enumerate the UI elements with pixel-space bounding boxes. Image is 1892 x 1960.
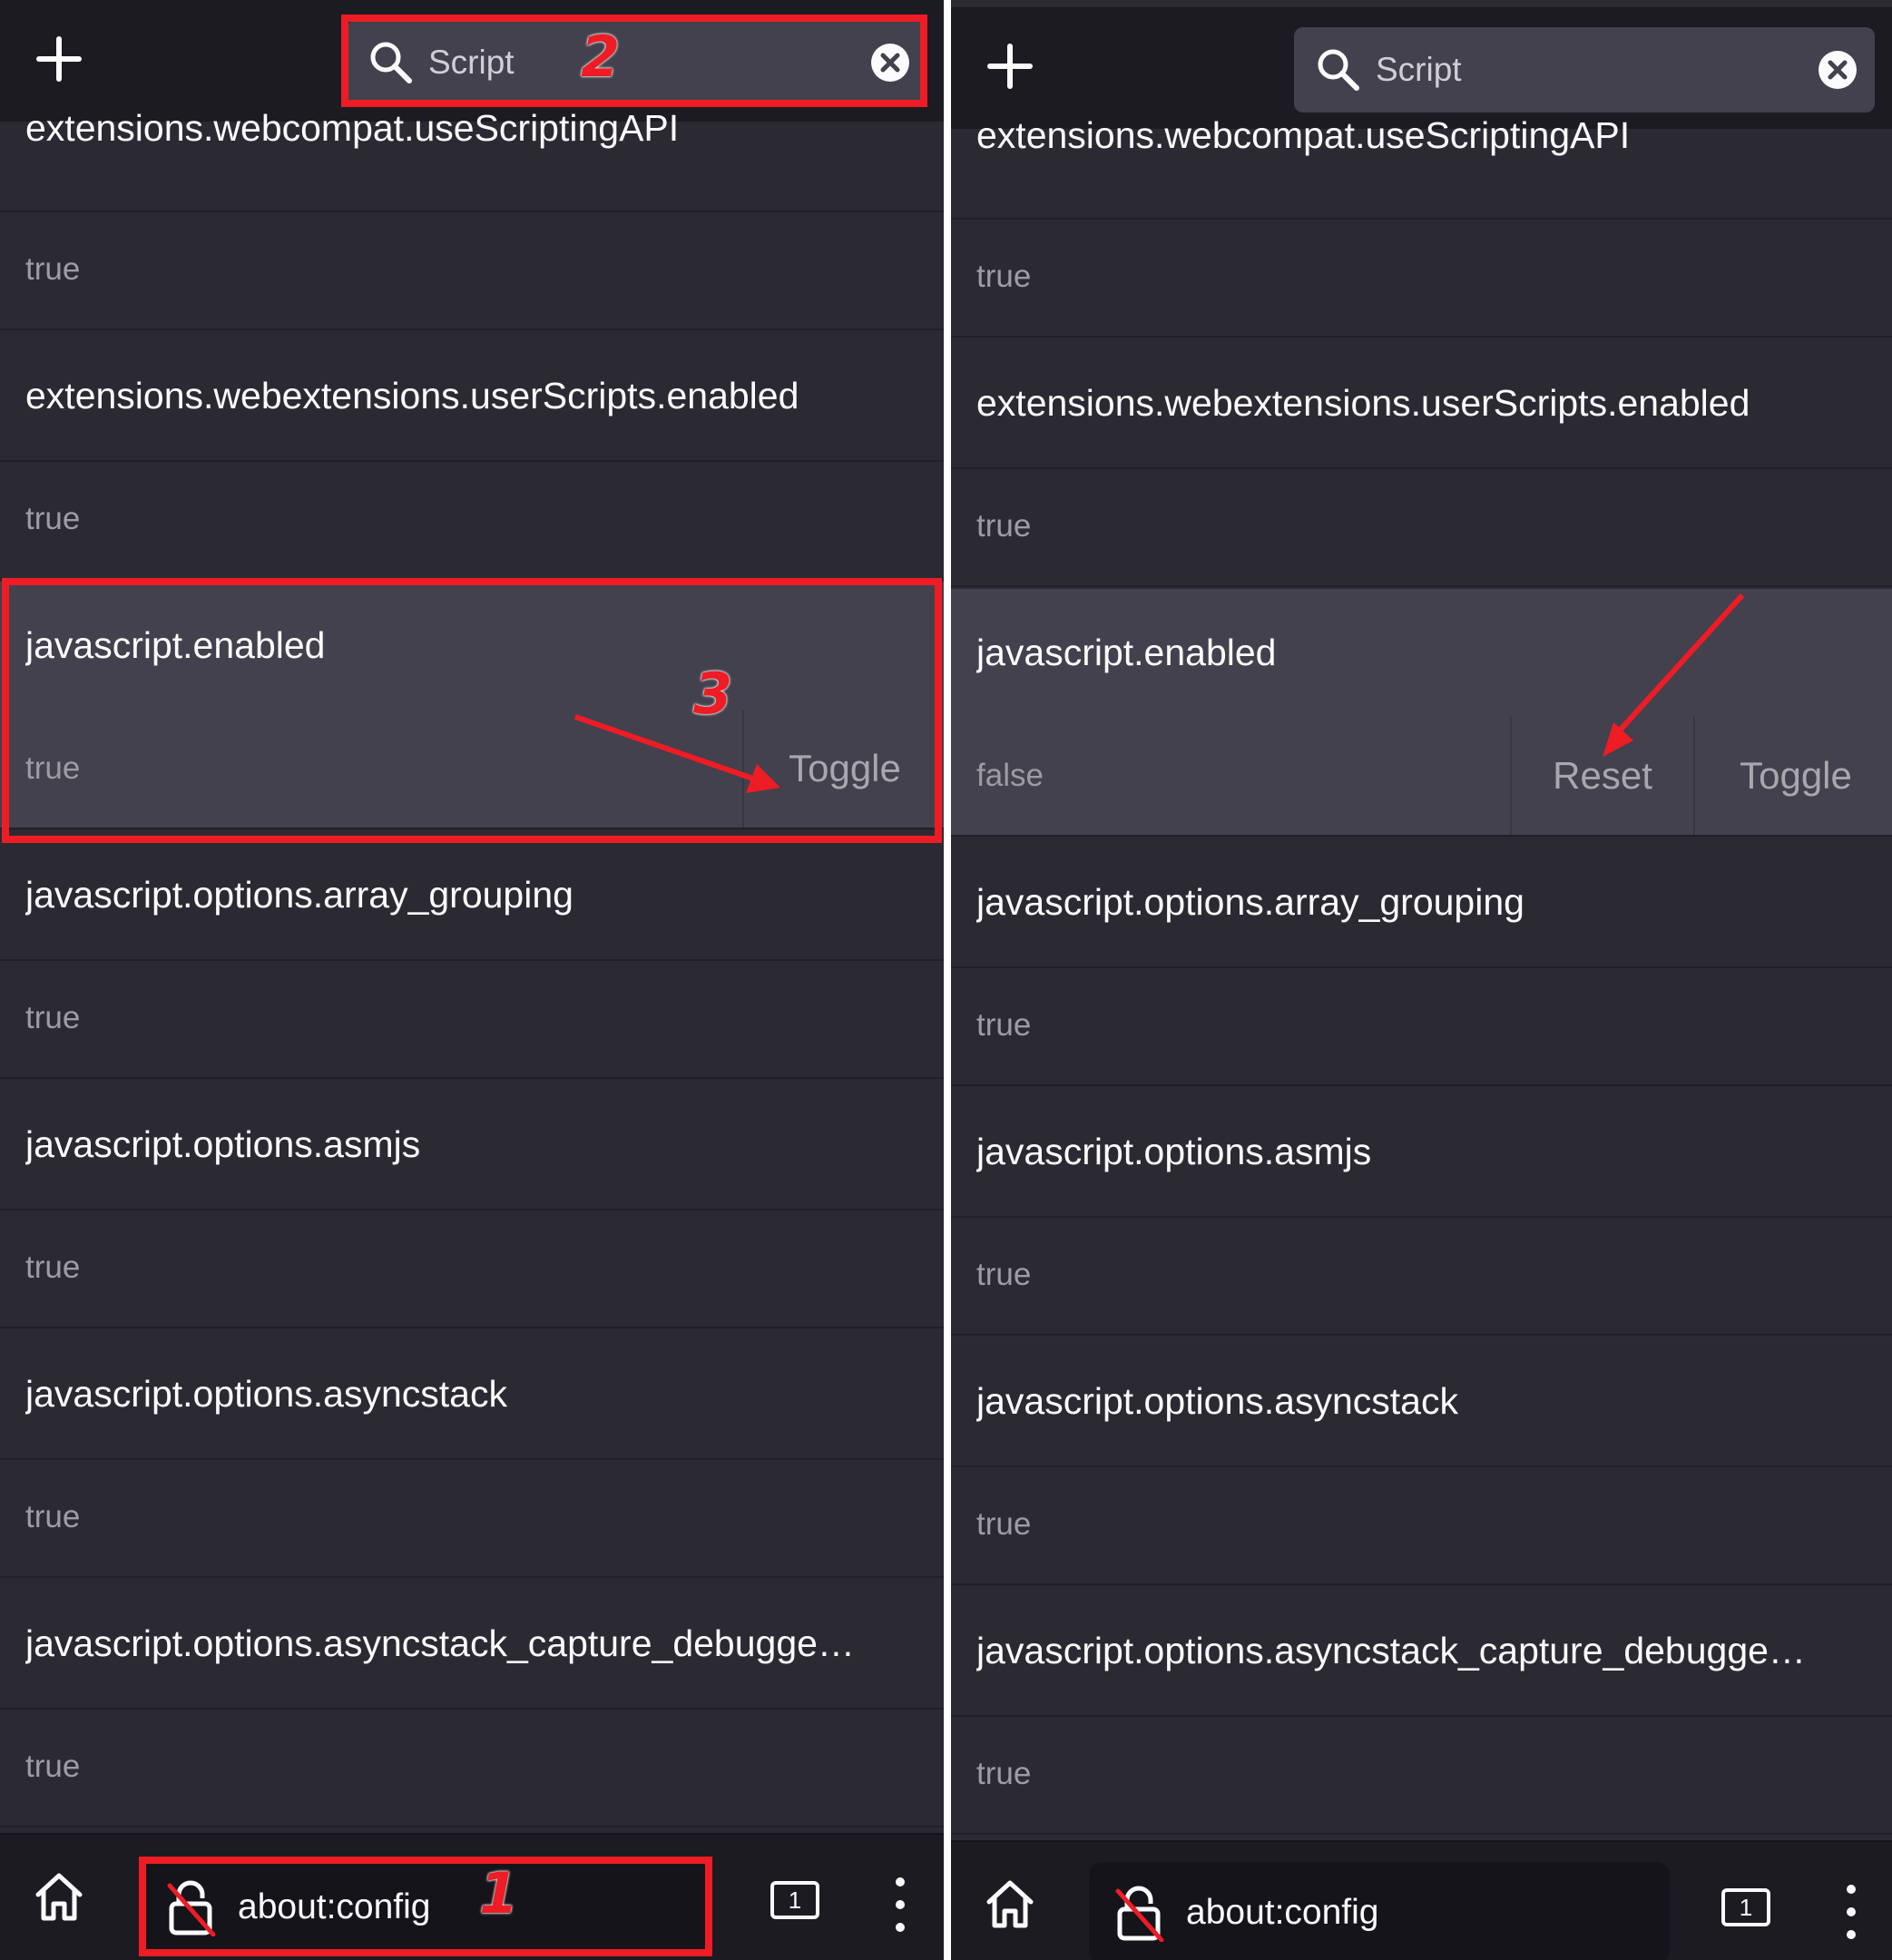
toggle-button[interactable]: Toggle (1693, 717, 1892, 835)
pref-name-row: javascript.options.asyncstack (951, 1338, 1892, 1467)
pref-value: true (976, 259, 1032, 294)
pref-name-row: javascript.options.asyncstack (0, 1330, 944, 1460)
pref-value: true (25, 1749, 81, 1784)
pref-value: false (976, 758, 1044, 793)
pref-value-row: true (0, 211, 944, 330)
pref-value-row: true (951, 1465, 1892, 1585)
pref-value: true (976, 1257, 1032, 1292)
pref-name: javascript.options.array_grouping (25, 874, 573, 916)
url-text: about:config (238, 1887, 431, 1926)
pref-value-row: true (951, 1216, 1892, 1336)
tabs-icon[interactable]: 1 (1720, 1887, 1771, 1927)
pref-value-row: true (0, 959, 944, 1079)
broken-lock-icon (167, 1880, 216, 1936)
pref-name: extensions.webextensions.userScripts.ena… (25, 375, 799, 416)
pref-value: true (25, 1000, 81, 1035)
pref-value: true (976, 1506, 1032, 1542)
pref-value: true (976, 1007, 1032, 1043)
pref-name: javascript.options.asyncstack (25, 1373, 507, 1415)
url-bar[interactable]: about:config (141, 1862, 712, 1953)
reset-button[interactable]: Reset (1510, 717, 1693, 835)
pref-name-row: javascript.enabled (0, 582, 944, 711)
pref-value-row: true (951, 1715, 1892, 1835)
bottom-toolbar: about:config 1 (0, 1833, 944, 1960)
pref-value-row: true (0, 1708, 944, 1828)
pref-name: extensions.webcompat.useScriptingAPI (976, 114, 1631, 156)
url-text: about:config (1186, 1893, 1379, 1932)
url-bar[interactable]: about:config (1089, 1862, 1670, 1960)
tabs-icon[interactable]: 1 (770, 1880, 820, 1920)
pref-value-row: true (951, 966, 1892, 1086)
pref-name: javascript.options.asyncstack_capture_de… (25, 1622, 855, 1664)
pref-value-row: true Toggle (0, 710, 944, 829)
search-icon (370, 42, 412, 83)
pref-name: javascript.options.asyncstack (976, 1380, 1458, 1422)
pref-value-row: true (951, 467, 1892, 587)
pref-name-row: javascript.options.asyncstack_capture_de… (951, 1587, 1892, 1717)
search-icon (1318, 49, 1359, 91)
toggle-button[interactable]: Toggle (742, 710, 944, 828)
bottom-toolbar: about:config 1 (951, 1840, 1892, 1960)
pref-name-row: extensions.webcompat.useScriptingAPI (0, 83, 944, 212)
pref-name: javascript.options.asyncstack_capture_de… (976, 1630, 1806, 1671)
menu-icon[interactable] (1842, 1882, 1860, 1942)
pref-name: extensions.webcompat.useScriptingAPI (25, 107, 680, 149)
pref-name-row: extensions.webextensions.userScripts.ena… (0, 332, 944, 462)
pref-name-row: javascript.enabled (951, 589, 1892, 719)
broken-lock-icon (1115, 1886, 1164, 1942)
pref-value-row: true (951, 218, 1892, 338)
pref-name: extensions.webextensions.userScripts.ena… (976, 382, 1750, 424)
pref-name: javascript.options.array_grouping (976, 881, 1524, 923)
pref-value: true (976, 1756, 1032, 1791)
pref-name-row: extensions.webcompat.useScriptingAPI (951, 90, 1892, 220)
plus-icon[interactable] (985, 42, 1034, 91)
pref-value-row: false Reset Toggle (951, 717, 1892, 837)
home-icon[interactable] (982, 1877, 1038, 1933)
clear-icon[interactable] (1817, 49, 1858, 91)
pref-name-row: javascript.options.asyncstack_capture_de… (0, 1580, 944, 1710)
menu-icon[interactable] (891, 1875, 909, 1935)
right-screenshot-panel: extensions.webcompat.useScriptingAPI tru… (951, 0, 1892, 1960)
home-icon[interactable] (31, 1869, 87, 1926)
left-screenshot-panel: extensions.webcompat.useScriptingAPI tru… (0, 0, 944, 1960)
pref-value-row: true (0, 1209, 944, 1328)
clear-icon[interactable] (869, 42, 911, 83)
pref-value-row: true (0, 1458, 944, 1578)
pref-name-row: javascript.options.asmjs (951, 1088, 1892, 1218)
pref-name: javascript.options.asmjs (25, 1123, 421, 1165)
pref-name: javascript.options.asmjs (976, 1131, 1372, 1172)
pref-name: javascript.enabled (976, 632, 1277, 673)
pref-value: true (25, 251, 81, 287)
pref-name-row: extensions.webextensions.userScripts.ena… (951, 339, 1892, 469)
pref-value: true (25, 1250, 81, 1285)
pref-name-row: javascript.options.asmjs (0, 1081, 944, 1210)
pref-name: javascript.enabled (25, 624, 326, 666)
tabs-count: 1 (788, 1886, 802, 1914)
plus-icon[interactable] (34, 34, 83, 83)
pref-value-row: true (0, 460, 944, 580)
pref-name-row: javascript.options.array_grouping (0, 831, 944, 961)
pref-name-row: javascript.options.array_grouping (951, 838, 1892, 968)
pref-value: true (25, 750, 81, 786)
tabs-count: 1 (1739, 1894, 1753, 1921)
pref-value: true (976, 508, 1032, 544)
pref-value: true (25, 1499, 81, 1534)
pref-value: true (25, 501, 81, 536)
